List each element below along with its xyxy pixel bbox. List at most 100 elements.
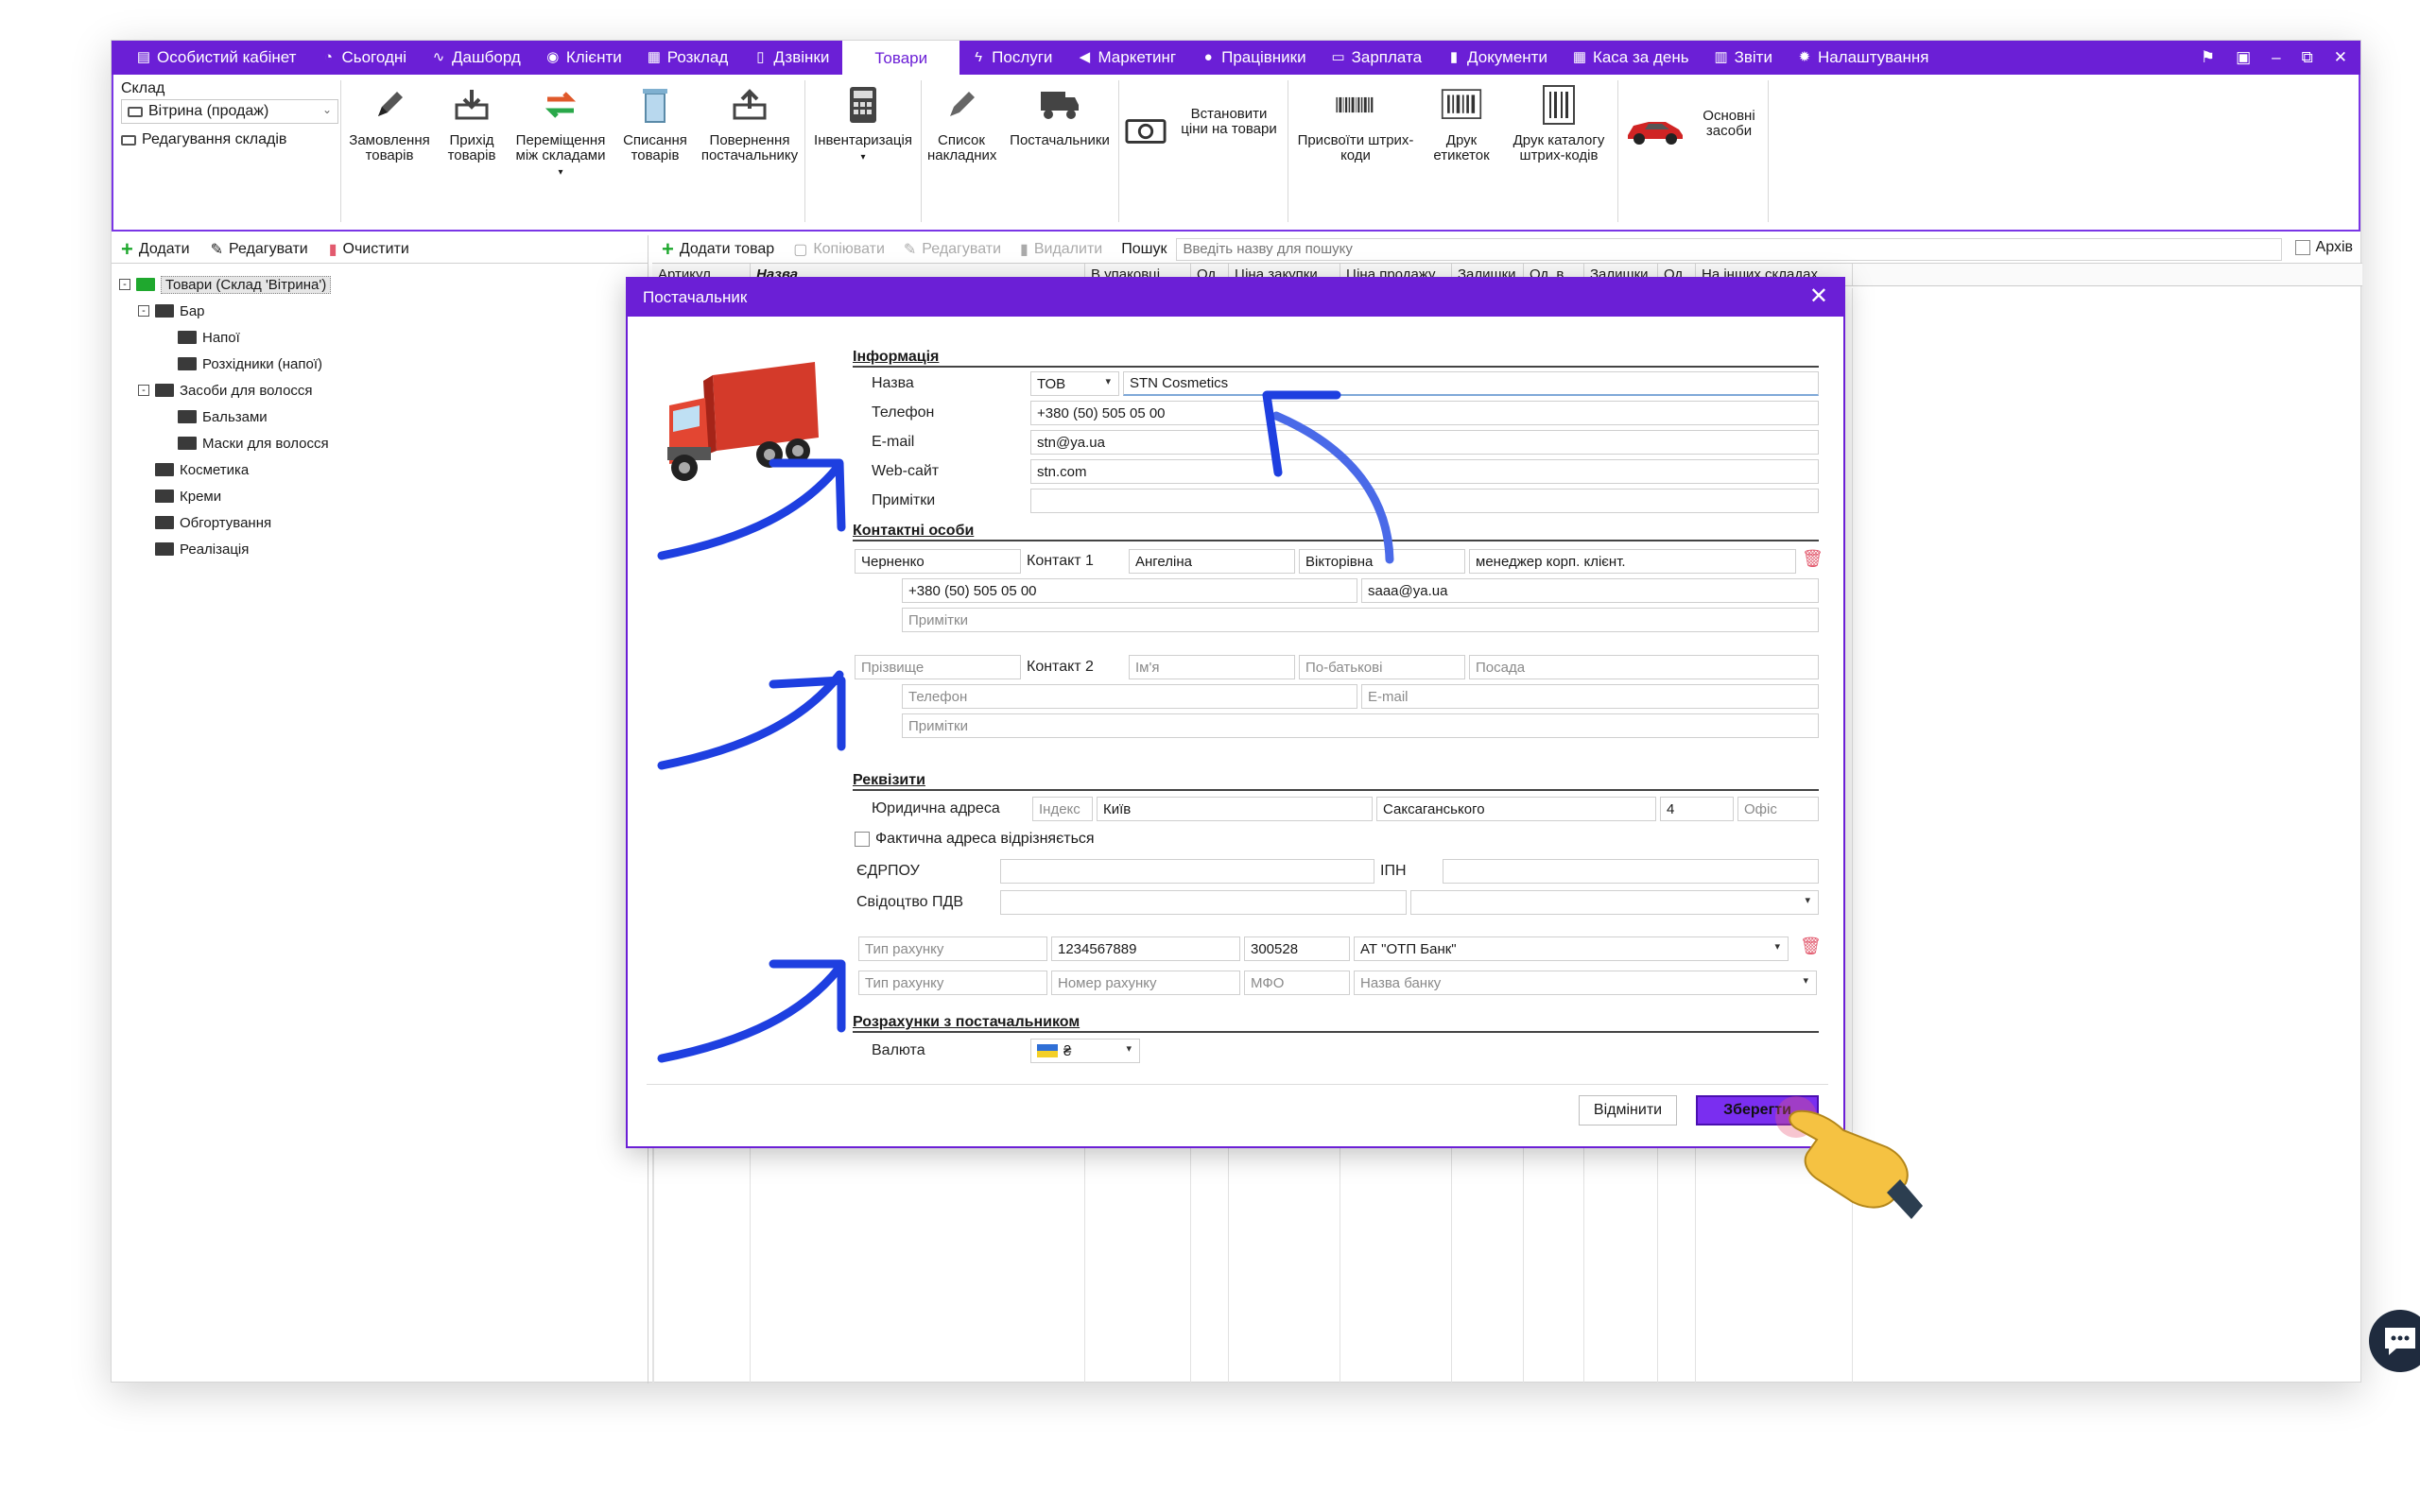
account1-mfo-input[interactable]: 300528 (1244, 936, 1350, 961)
contact1-surname-input[interactable]: Черненко (855, 549, 1021, 574)
nav-marketing[interactable]: ◀ Маркетинг (1065, 41, 1189, 75)
tool-assign-barcodes[interactable]: Присвоїти штрих-коди (1288, 75, 1423, 226)
nav-schedule[interactable]: ▦ Розклад (635, 41, 742, 75)
edrpou-input[interactable] (1000, 859, 1374, 884)
tool-inventory[interactable]: Інвентаризація ▾ (805, 75, 921, 226)
add-product-button[interactable]: + Додати товар (662, 237, 774, 262)
account1-number-input[interactable]: 1234567889 (1051, 936, 1240, 961)
tree-item[interactable]: Обгортування (119, 509, 648, 536)
account1-type-input[interactable]: Тип рахунку (858, 936, 1047, 961)
tool-print-labels[interactable]: Друк етикеток (1423, 75, 1500, 226)
account2-number-input[interactable]: Номер рахунку (1051, 971, 1240, 995)
cancel-button[interactable]: Відмінити (1579, 1095, 1677, 1125)
save-button[interactable]: Зберегти (1696, 1095, 1819, 1125)
account2-mfo-input[interactable]: МФО (1244, 971, 1350, 995)
delete-product-button[interactable]: ▮ Видалити (1020, 240, 1102, 259)
search-input[interactable]: Введіть назву для пошуку (1176, 237, 2283, 261)
tree-item[interactable]: - Товари (Склад 'Вітрина') (119, 271, 648, 298)
nav-calls[interactable]: ▯ Дзвінки (741, 41, 842, 75)
copy-product-button[interactable]: ▢ Копіювати (793, 240, 885, 259)
tool-write-off[interactable]: Списання товарів (615, 75, 695, 226)
contact1-phone-input[interactable]: +380 (50) 505 05 00 (902, 578, 1357, 603)
postal-index-input[interactable]: Індекс (1032, 797, 1093, 821)
tree-item[interactable]: - Засоби для волосся (119, 377, 648, 404)
tree-item[interactable]: Розхідники (напої) (119, 351, 648, 377)
contact2-email-input[interactable]: E-mail (1361, 684, 1819, 709)
nav-dashboard[interactable]: ∿ Дашборд (420, 41, 534, 75)
close-window-icon[interactable]: ✕ (2334, 48, 2347, 67)
contact2-phone-input[interactable]: Телефон (902, 684, 1357, 709)
contact1-email-input[interactable]: saaa@ya.ua (1361, 578, 1819, 603)
nav-settings[interactable]: ✹ Налаштування (1786, 41, 1943, 75)
nav-services[interactable]: ϟ Послуги (959, 41, 1065, 75)
tool-fixed-assets[interactable]: Основні засоби (1618, 75, 1768, 226)
tool-invoices-list[interactable]: Список накладних (922, 75, 1001, 226)
minimize-icon[interactable]: – (2272, 48, 2280, 67)
edit-warehouses-link[interactable]: Редагування складів (121, 131, 338, 148)
tool-return-supplier[interactable]: Повернення постачальнику (695, 75, 804, 226)
contact2-patronymic-input[interactable]: По-батькові (1299, 655, 1465, 679)
account2-bank-select[interactable]: Назва банку ▾ (1354, 971, 1817, 995)
nav-salary[interactable]: ▭ Зарплата (1320, 41, 1435, 75)
currency-select[interactable]: ₴ ▾ (1030, 1039, 1140, 1063)
collapse-icon[interactable]: - (119, 279, 130, 290)
contact1-patronymic-input[interactable]: Вікторівна (1299, 549, 1465, 574)
tree-item[interactable]: Маски для волосся (119, 430, 648, 456)
account1-bank-select[interactable]: АТ "ОТП Банк" ▾ (1354, 936, 1789, 961)
tool-transfer-warehouses[interactable]: Переміщення між складами ▾ (506, 75, 615, 226)
nav-today[interactable]: ◔ Сьогодні (309, 41, 420, 75)
tool-receive-products[interactable]: Прихід товарів (438, 75, 506, 226)
website-input[interactable]: stn.com (1030, 459, 1819, 484)
contact1-name-input[interactable]: Ангеліна (1129, 549, 1295, 574)
contact2-surname-input[interactable]: Прізвище (855, 655, 1021, 679)
tree-item[interactable]: Косметика (119, 456, 648, 483)
chat-button[interactable] (2369, 1310, 2420, 1372)
email-input[interactable]: stn@ya.ua (1030, 430, 1819, 455)
archive-checkbox[interactable]: Архів (2294, 239, 2353, 256)
ipn-input[interactable] (1443, 859, 1819, 884)
vat-input[interactable] (1000, 890, 1407, 915)
tool-print-barcode-catalog[interactable]: Друк каталогу штрих-кодів (1500, 75, 1617, 226)
vat-select[interactable]: ▾ (1410, 890, 1819, 915)
tree-item[interactable]: Креми (119, 483, 648, 509)
street-input[interactable]: Саксаганського (1376, 797, 1656, 821)
bell-icon[interactable]: ⚑ (2201, 48, 2215, 67)
contact1-notes-input[interactable]: Примітки (902, 608, 1819, 632)
nav-employees[interactable]: ● Працівники (1189, 41, 1320, 75)
tree-item[interactable]: - Бар (119, 298, 648, 324)
lock-icon[interactable]: ▣ (2236, 48, 2251, 67)
actual-address-checkbox[interactable]: Фактична адреса відрізняється (855, 831, 1095, 848)
tool-suppliers[interactable]: Постачальники (1001, 75, 1118, 226)
account2-type-input[interactable]: Тип рахунку (858, 971, 1047, 995)
office-input[interactable]: Офіс (1737, 797, 1819, 821)
delete-account-icon[interactable]: 🗑 (1800, 936, 1822, 956)
warehouse-select[interactable]: Вітрина (продаж) ⌄ (121, 99, 338, 124)
nav-documents[interactable]: ▮ Документи (1435, 41, 1561, 75)
add-category-button[interactable]: + Додати (121, 237, 190, 262)
nav-cash-day[interactable]: ▦ Каса за день (1561, 41, 1703, 75)
edit-category-button[interactable]: ✎ Редагувати (211, 240, 308, 259)
contact2-notes-input[interactable]: Примітки (902, 713, 1819, 738)
tool-order-products[interactable]: Замовлення товарів (341, 75, 438, 226)
tree-item[interactable]: Бальзами (119, 404, 648, 430)
tree-item[interactable]: Реалізація (119, 536, 648, 562)
contact2-name-input[interactable]: Ім'я (1129, 655, 1295, 679)
tree-item[interactable]: Напої (119, 324, 648, 351)
phone-input[interactable]: +380 (50) 505 05 00 (1030, 401, 1819, 425)
nav-reports[interactable]: ▥ Звіти (1703, 41, 1786, 75)
contact2-position-input[interactable]: Посада (1469, 655, 1819, 679)
city-input[interactable]: Київ (1097, 797, 1373, 821)
nav-personal-cabinet[interactable]: ▤ Особистий кабінет (125, 41, 309, 75)
close-icon[interactable]: ✕ (1809, 284, 1828, 309)
clear-category-button[interactable]: ▮ Очистити (329, 240, 409, 259)
tool-set-prices[interactable]: Встановити ціни на товари (1119, 75, 1288, 226)
delete-contact-icon[interactable]: 🗑 (1802, 549, 1824, 569)
collapse-icon[interactable]: - (138, 305, 149, 317)
company-name-input[interactable]: STN Cosmetics (1123, 371, 1819, 396)
house-input[interactable]: 4 (1660, 797, 1734, 821)
restore-icon[interactable]: ⧉ (2302, 48, 2313, 67)
notes-input[interactable] (1030, 489, 1819, 513)
edit-product-button[interactable]: ✎ Редагувати (904, 240, 1001, 259)
contact1-position-input[interactable]: менеджер корп. клієнт. (1469, 549, 1796, 574)
nav-clients[interactable]: ◉ Клієнти (534, 41, 635, 75)
